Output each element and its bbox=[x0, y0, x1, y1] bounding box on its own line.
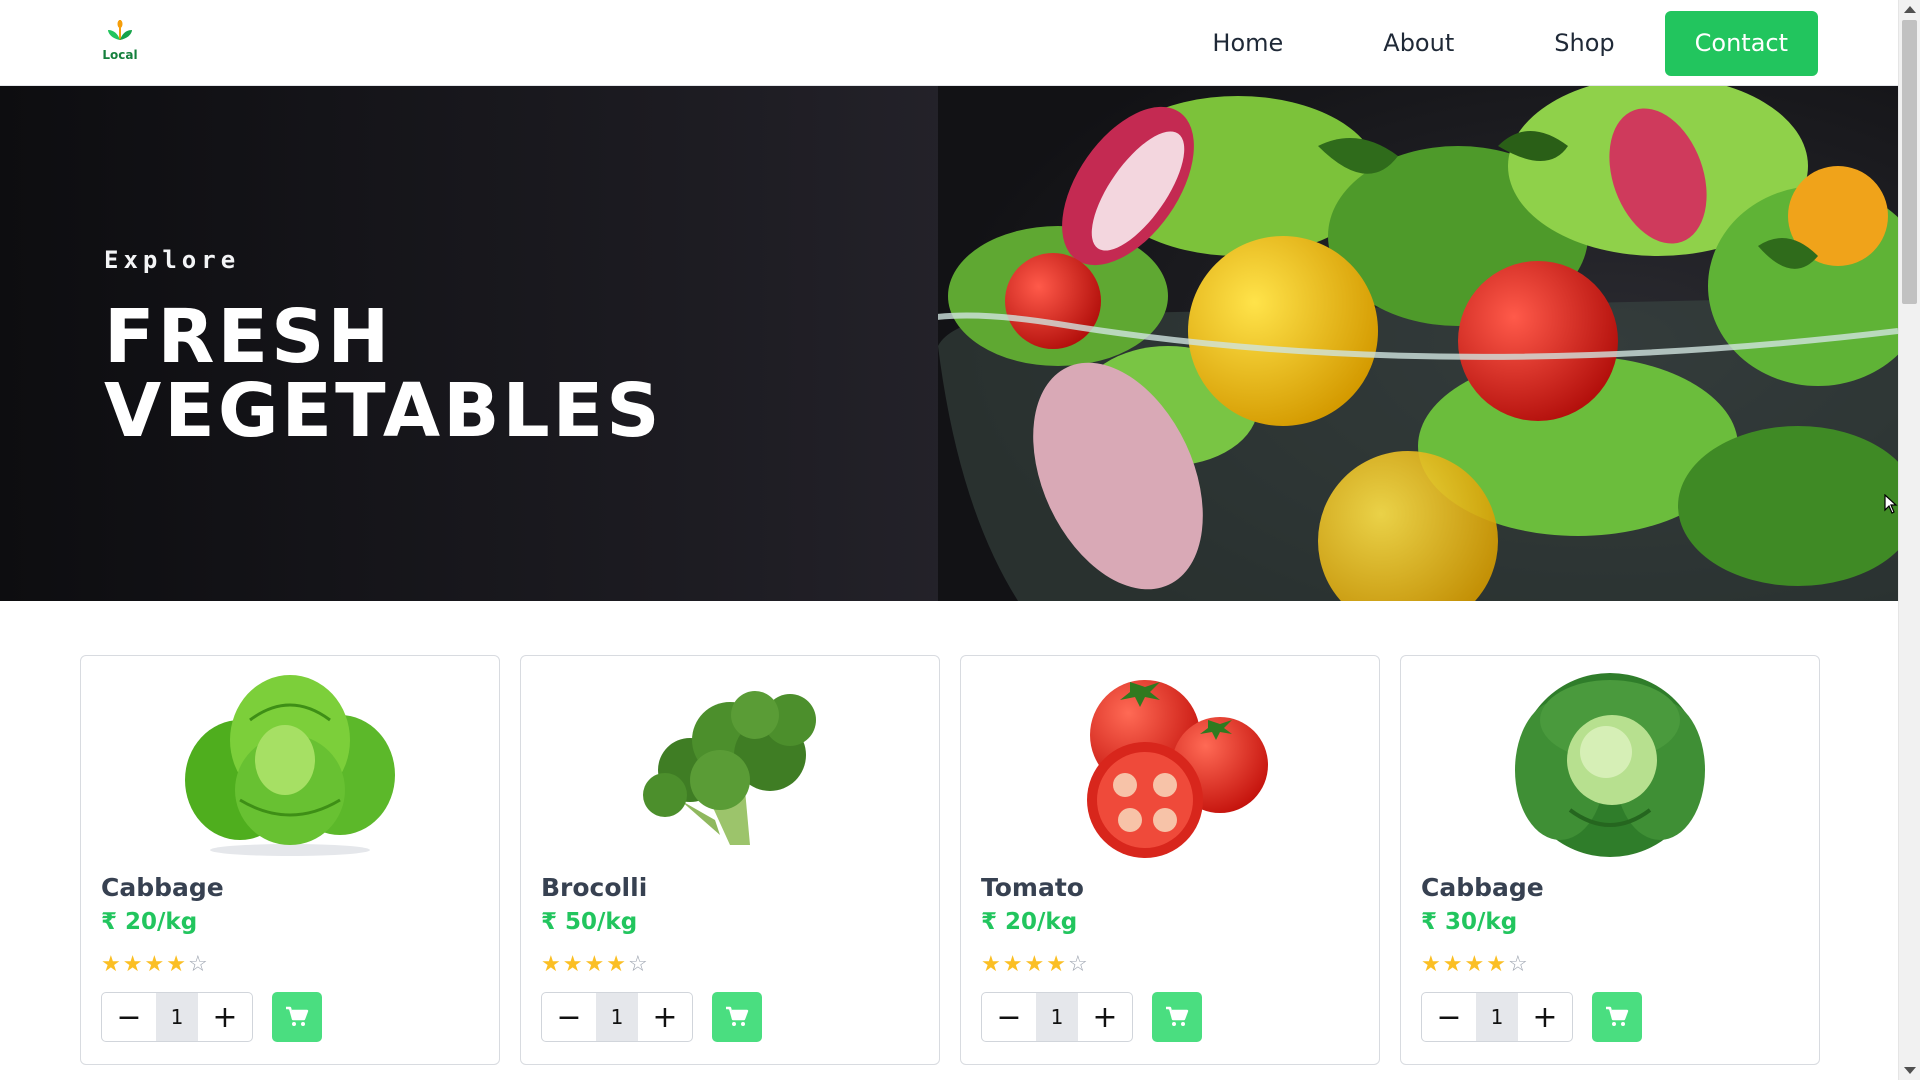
star-outline-icon: ☆ bbox=[1507, 951, 1528, 976]
star-outline-icon: ☆ bbox=[1067, 951, 1088, 976]
scrollbar-thumb[interactable] bbox=[1902, 20, 1917, 304]
cabbage-image bbox=[1515, 673, 1705, 857]
plus-icon: + bbox=[1532, 999, 1558, 1035]
quantity-stepper: − 1 + bbox=[1421, 992, 1573, 1042]
plus-icon: + bbox=[1092, 999, 1118, 1035]
leaf-logo-icon bbox=[108, 20, 132, 40]
mouse-cursor-icon bbox=[1884, 494, 1898, 514]
star-icon: ★ bbox=[144, 951, 165, 976]
star-icon: ★ bbox=[1024, 951, 1045, 976]
tomato-image bbox=[1087, 680, 1268, 858]
cart-icon bbox=[726, 1006, 749, 1026]
plus-icon: + bbox=[652, 999, 678, 1035]
minus-icon: − bbox=[116, 999, 142, 1035]
star-icon: ★ bbox=[541, 951, 561, 976]
star-icon: ★ bbox=[122, 951, 143, 976]
scroll-down-arrow-icon[interactable] bbox=[1904, 1067, 1916, 1074]
product-name: Cabbage bbox=[101, 873, 224, 902]
product-price: ₹ 20/kg bbox=[981, 909, 1078, 935]
hero-title-line2: VEGETABLES bbox=[104, 368, 663, 454]
page-scrollbar[interactable] bbox=[1898, 0, 1920, 1080]
hero-title-line1: FRESH bbox=[104, 294, 393, 380]
decrease-button[interactable]: − bbox=[102, 993, 156, 1041]
add-to-cart-button[interactable] bbox=[1152, 992, 1202, 1042]
product-card: Brocolli ₹ 50/kg ★ ★ ★ ★ ☆ − 1 + bbox=[520, 655, 940, 1065]
quantity-stepper: − 1 + bbox=[541, 992, 693, 1042]
product-price: ₹ 20/kg bbox=[101, 909, 198, 935]
lettuce-image bbox=[185, 675, 395, 856]
quantity-value[interactable]: 1 bbox=[1476, 993, 1518, 1041]
cart-icon bbox=[286, 1006, 309, 1026]
hero-banner: Explore FRESH VEGETABLES bbox=[0, 86, 1898, 601]
star-icon: ★ bbox=[166, 951, 186, 976]
product-card: Cabbage ₹ 20/kg ★ ★ ★ ★ ☆ − 1 + bbox=[80, 655, 500, 1065]
brand-name: Local bbox=[102, 48, 138, 62]
quantity-stepper: − 1 + bbox=[981, 992, 1133, 1042]
cart-icon bbox=[1166, 1006, 1189, 1026]
nav-about[interactable]: About bbox=[1333, 11, 1504, 76]
navbar: Local Home About Shop Contact bbox=[0, 0, 1898, 86]
contact-button[interactable]: Contact bbox=[1664, 11, 1818, 76]
add-to-cart-button[interactable] bbox=[272, 992, 322, 1042]
vegetable-salad-image bbox=[938, 86, 1898, 601]
quantity-stepper: − 1 + bbox=[101, 992, 253, 1042]
hero-text: Explore FRESH VEGETABLES bbox=[104, 246, 663, 448]
rating-stars: ★ ★ ★ ★ ☆ bbox=[981, 953, 1088, 975]
increase-button[interactable]: + bbox=[1078, 993, 1132, 1041]
star-icon: ★ bbox=[606, 951, 626, 976]
rating-stars: ★ ★ ★ ★ ☆ bbox=[1421, 953, 1528, 975]
increase-button[interactable]: + bbox=[198, 993, 252, 1041]
star-icon: ★ bbox=[1421, 951, 1441, 976]
main-nav: Home About Shop Contact bbox=[1162, 11, 1818, 76]
minus-icon: − bbox=[1436, 999, 1462, 1035]
quantity-value[interactable]: 1 bbox=[156, 993, 198, 1041]
scroll-up-arrow-icon[interactable] bbox=[1904, 6, 1916, 13]
star-icon: ★ bbox=[1442, 951, 1463, 976]
add-to-cart-button[interactable] bbox=[712, 992, 762, 1042]
hero-subtitle: Explore bbox=[104, 246, 241, 274]
product-grid: Cabbage ₹ 20/kg ★ ★ ★ ★ ☆ − 1 + Brocolli… bbox=[80, 655, 1820, 1065]
add-to-cart-button[interactable] bbox=[1592, 992, 1642, 1042]
star-outline-icon: ☆ bbox=[187, 951, 208, 976]
star-outline-icon: ☆ bbox=[627, 951, 648, 976]
nav-home[interactable]: Home bbox=[1162, 11, 1333, 76]
decrease-button[interactable]: − bbox=[1422, 993, 1476, 1041]
star-icon: ★ bbox=[562, 951, 583, 976]
decrease-button[interactable]: − bbox=[982, 993, 1036, 1041]
plus-icon: + bbox=[212, 999, 238, 1035]
rating-stars: ★ ★ ★ ★ ☆ bbox=[101, 953, 208, 975]
product-name: Tomato bbox=[981, 873, 1084, 902]
cart-icon bbox=[1606, 1006, 1629, 1026]
product-name: Brocolli bbox=[541, 873, 648, 902]
increase-button[interactable]: + bbox=[1518, 993, 1572, 1041]
star-icon: ★ bbox=[584, 951, 605, 976]
minus-icon: − bbox=[556, 999, 582, 1035]
star-icon: ★ bbox=[981, 951, 1001, 976]
star-icon: ★ bbox=[101, 951, 121, 976]
quantity-value[interactable]: 1 bbox=[596, 993, 638, 1041]
star-icon: ★ bbox=[1046, 951, 1066, 976]
broccoli-image bbox=[643, 691, 816, 845]
increase-button[interactable]: + bbox=[638, 993, 692, 1041]
rating-stars: ★ ★ ★ ★ ☆ bbox=[541, 953, 648, 975]
minus-icon: − bbox=[996, 999, 1022, 1035]
product-card: Cabbage ₹ 30/kg ★ ★ ★ ★ ☆ − 1 + bbox=[1400, 655, 1820, 1065]
star-icon: ★ bbox=[1464, 951, 1485, 976]
product-price: ₹ 30/kg bbox=[1421, 909, 1518, 935]
nav-shop[interactable]: Shop bbox=[1504, 11, 1664, 76]
product-name: Cabbage bbox=[1421, 873, 1544, 902]
product-price: ₹ 50/kg bbox=[541, 909, 638, 935]
quantity-value[interactable]: 1 bbox=[1036, 993, 1078, 1041]
brand-logo[interactable]: Local bbox=[100, 18, 140, 68]
star-icon: ★ bbox=[1002, 951, 1023, 976]
product-card: Tomato ₹ 20/kg ★ ★ ★ ★ ☆ − 1 + bbox=[960, 655, 1380, 1065]
star-icon: ★ bbox=[1486, 951, 1506, 976]
decrease-button[interactable]: − bbox=[542, 993, 596, 1041]
hero-title: FRESH VEGETABLES bbox=[104, 300, 663, 448]
